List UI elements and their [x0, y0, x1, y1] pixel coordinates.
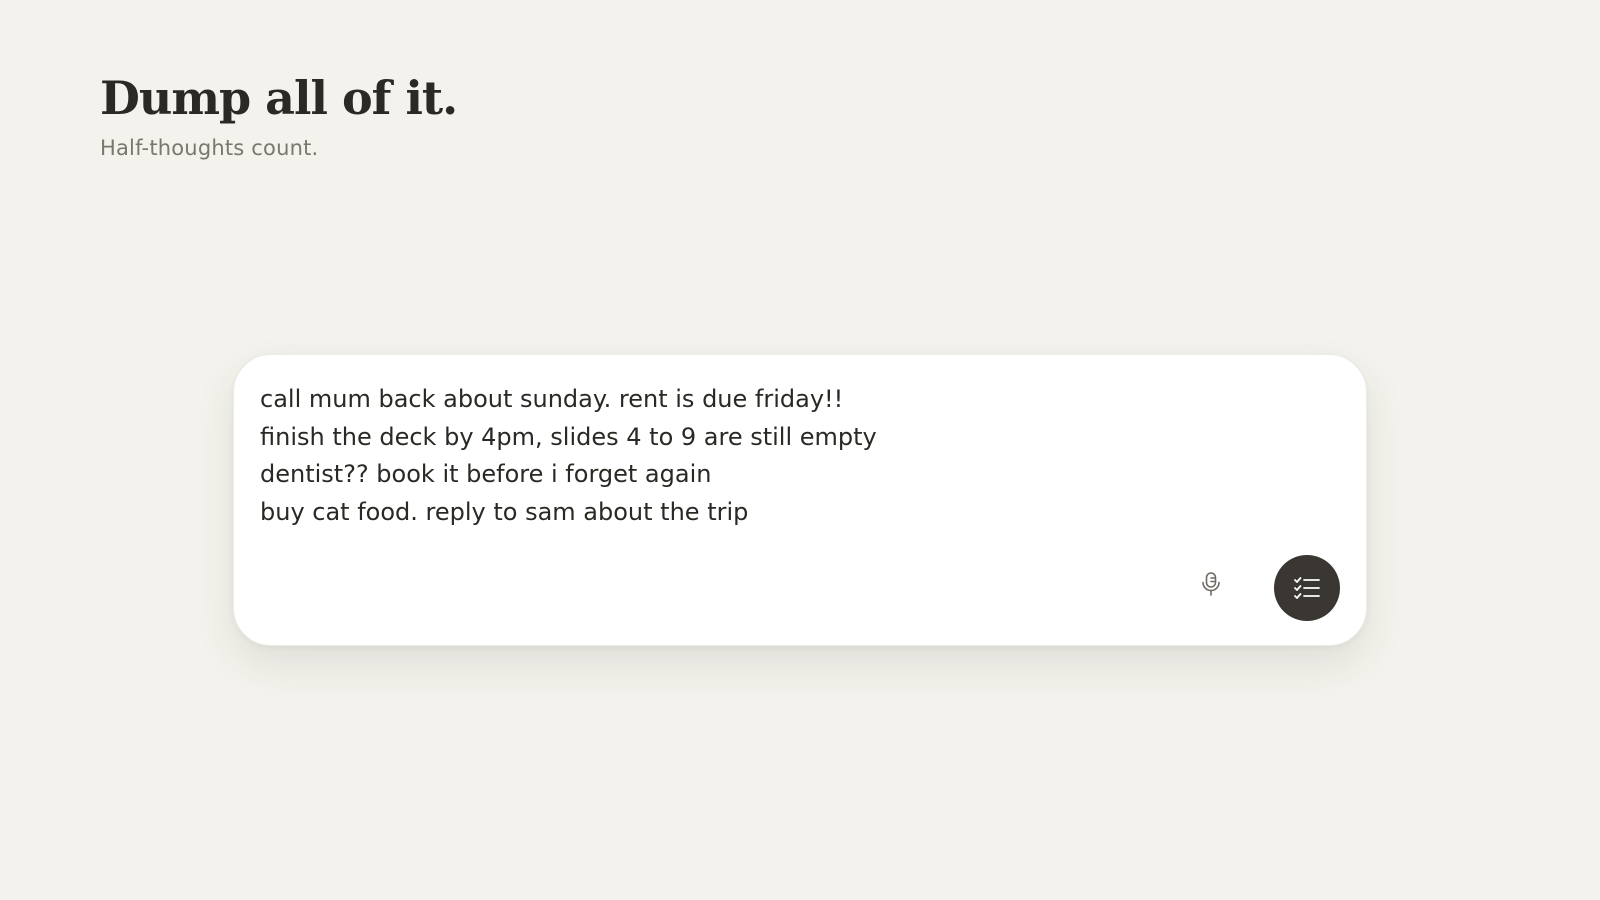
page-subtitle: Half-thoughts count. — [100, 136, 319, 160]
page-header: Dump all of it. Half-thoughts count. — [100, 66, 458, 162]
checklist-icon — [1293, 575, 1321, 601]
page-title: Dump all of it. — [100, 71, 458, 125]
voice-input-button[interactable] — [1196, 569, 1226, 599]
microphone-icon — [1199, 571, 1223, 597]
dump-card: call mum back about sunday. rent is due … — [233, 354, 1367, 646]
dump-textarea[interactable]: call mum back about sunday. rent is due … — [260, 381, 1320, 541]
organize-button[interactable] — [1274, 555, 1340, 621]
